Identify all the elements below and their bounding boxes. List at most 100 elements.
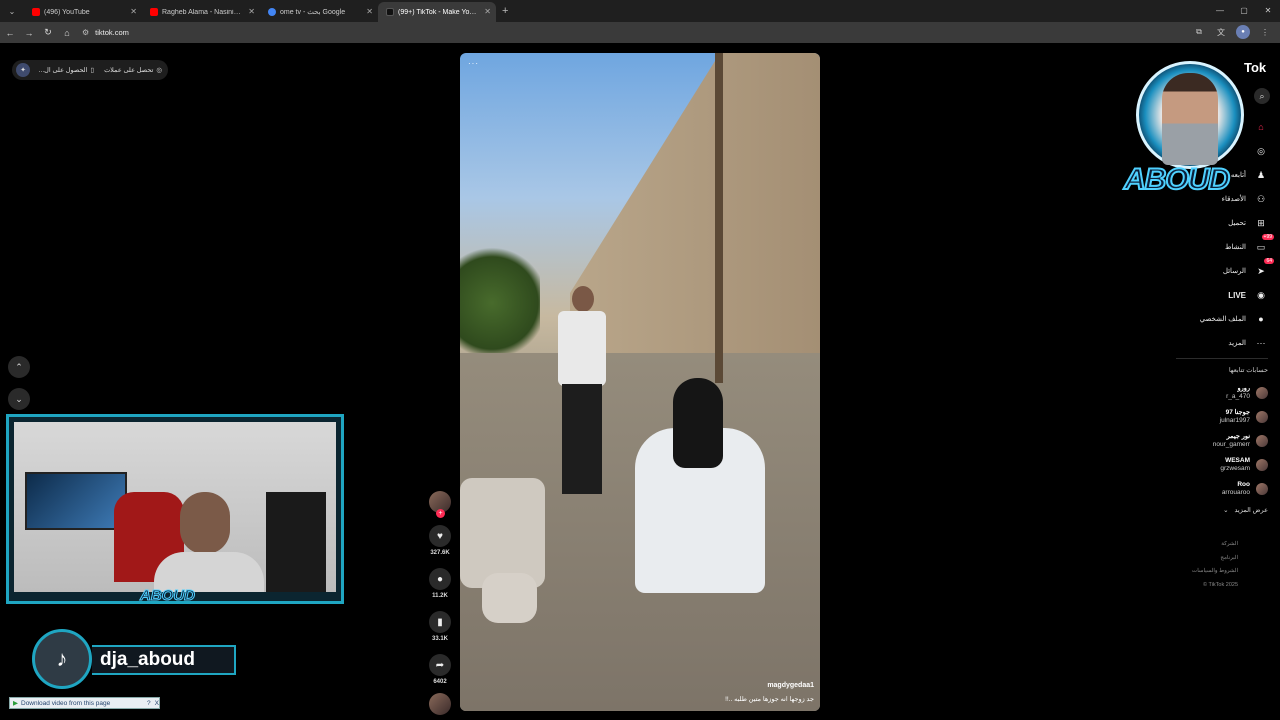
sidebar-item-profile[interactable]: ● الملف الشخصي xyxy=(1148,307,1268,331)
video-player[interactable]: ··· magdygedaa1 جد زوجها انه جوزها متين … xyxy=(460,53,820,711)
forward-icon[interactable]: → xyxy=(20,24,38,42)
following-account[interactable]: رورو r_a_470 xyxy=(1148,381,1268,405)
webcam-overlay xyxy=(6,414,344,604)
activity-icon: ▭ 99+ xyxy=(1256,234,1274,252)
new-tab-button[interactable]: + xyxy=(502,5,508,17)
profile-icon: ● xyxy=(1258,314,1264,324)
share-button[interactable]: ➦ xyxy=(429,654,451,676)
get-app-label: الحصول على ال... xyxy=(38,67,88,74)
like-button[interactable]: ♥ xyxy=(429,525,451,547)
save-count: 33.1K xyxy=(431,636,448,642)
avatar xyxy=(1256,387,1268,399)
live-icon: ◉ xyxy=(1257,289,1265,300)
footer-copyright: TikTok 2025 © xyxy=(1202,581,1238,588)
translate-icon[interactable]: 文 xyxy=(1214,25,1228,39)
share-icon: ➦ xyxy=(435,659,445,671)
sidebar-item-label: النشاط xyxy=(1224,244,1246,251)
video-rock xyxy=(460,478,545,588)
footer-link-program[interactable]: البرنامج xyxy=(1192,552,1238,566)
sidebar-item-live[interactable]: ◉ LIVE xyxy=(1148,283,1268,307)
video-author[interactable]: magdygedaa1 xyxy=(767,682,814,689)
tab-search-icon[interactable]: ⌄ xyxy=(4,3,20,19)
following-account[interactable]: نور جيمر nour_gamerr xyxy=(1148,429,1268,453)
maximize-icon[interactable]: ▢ xyxy=(1232,0,1256,20)
close-window-icon[interactable]: ✕ xyxy=(1256,0,1280,20)
get-app-item[interactable]: ▯ الحصول على ال... xyxy=(39,66,94,74)
video-rock xyxy=(482,573,537,623)
follow-plus-icon[interactable]: + xyxy=(436,509,445,518)
download-video-bar[interactable]: ▶ Download video from this page ? X xyxy=(9,697,160,709)
video-woman-figure xyxy=(635,378,765,593)
messages-badge: 64 xyxy=(1264,258,1274,264)
tiktok-note-icon: ♪ xyxy=(32,629,92,689)
comment-count: 11.2K xyxy=(432,593,448,599)
tab-close-icon[interactable]: ✕ xyxy=(366,7,373,16)
sidebar-item-more[interactable]: ··· المزيد xyxy=(1148,331,1268,355)
sidebar-item-messages[interactable]: ➤ 64 الرسائل xyxy=(1148,258,1274,283)
site-info-icon[interactable]: ⚙ xyxy=(82,28,89,37)
more-icon: ··· xyxy=(1256,338,1266,348)
close-icon[interactable]: X xyxy=(155,700,159,707)
share-count: 6402 xyxy=(433,679,447,685)
tab-close-icon[interactable]: ✕ xyxy=(130,7,137,16)
video-more-icon[interactable]: ··· xyxy=(468,59,479,68)
chevron-up-icon: ⌃ xyxy=(15,361,23,372)
save-button[interactable]: ▮ xyxy=(429,611,451,633)
home-page-icon[interactable]: ⌂ xyxy=(58,24,76,42)
see-more-button[interactable]: عرض المزيد ⌄ xyxy=(1223,506,1268,514)
menu-dots-icon[interactable]: ⋮ xyxy=(1258,25,1272,39)
tiktok-favicon-icon xyxy=(386,8,394,16)
sidebar-item-activity[interactable]: ▭ 99+ النشاط xyxy=(1148,234,1274,259)
sidebar-item-upload[interactable]: ⊞ تحميل xyxy=(1148,211,1268,235)
video-man-figure xyxy=(552,286,612,516)
footer-link-company[interactable]: الشركة xyxy=(1192,538,1238,552)
search-button[interactable]: ⌕ xyxy=(1254,88,1270,104)
browser-tab-tiktok[interactable]: (99+) TikTok - Make Your Day ✕ xyxy=(378,2,496,22)
tab-close-icon[interactable]: ✕ xyxy=(484,7,491,16)
following-account[interactable]: Roo arrouaroo xyxy=(1148,477,1268,501)
browser-tab-youtube[interactable]: (496) YouTube ✕ xyxy=(24,2,142,22)
coins-item[interactable]: ◎ تحصل على عملات xyxy=(104,66,162,74)
toolbar-actions: ⧉ 文 ● ⋮ xyxy=(1192,25,1272,39)
back-icon[interactable]: ← xyxy=(1,24,19,42)
bookmark-icon: ▮ xyxy=(437,616,443,628)
address-bar[interactable]: ⚙ tiktok.com xyxy=(82,28,129,37)
tab-title: ome tv - بحث Google xyxy=(280,9,346,16)
footer-links: الشركة البرنامج الشروط والسياسات TikTok … xyxy=(1192,538,1238,592)
comment-icon: ● xyxy=(436,573,444,585)
creator-avatar[interactable]: + xyxy=(429,491,451,518)
account-handle: nour_gamerr xyxy=(1212,441,1250,448)
previous-video-button[interactable]: ⌃ xyxy=(8,356,30,378)
help-icon[interactable]: ? xyxy=(147,700,151,707)
following-account[interactable]: جوجنا 97 julnar1997 xyxy=(1148,405,1268,429)
youtube-favicon-icon xyxy=(32,8,40,16)
app-bubble-icon[interactable]: ✦ xyxy=(16,63,30,77)
sidebar-item-label: المزيد xyxy=(1228,340,1246,347)
minimize-icon[interactable]: — xyxy=(1208,0,1232,20)
profile-avatar-icon[interactable]: ● xyxy=(1236,25,1250,39)
home-icon: ⌂ xyxy=(1258,122,1264,132)
comment-button[interactable]: ● xyxy=(429,568,451,590)
aboud-logo-overlay: ABOUD xyxy=(1123,61,1256,206)
install-app-icon[interactable]: ⧉ xyxy=(1192,25,1206,39)
youtube-favicon-icon xyxy=(150,8,158,16)
next-video-button[interactable]: ⌄ xyxy=(8,388,30,410)
following-account[interactable]: WESAM grzwesam xyxy=(1148,453,1268,477)
browser-toolbar: ← → ↻ ⌂ ⚙ tiktok.com ⧉ 文 ● ⋮ xyxy=(0,22,1280,43)
tab-close-icon[interactable]: ✕ xyxy=(248,7,255,16)
account-name: جوجنا 97 xyxy=(1225,409,1250,416)
browser-tab-ragheb[interactable]: Ragheb Alama - Nasini El Donya ✕ xyxy=(142,2,260,22)
account-handle: grzwesam xyxy=(1220,465,1250,472)
footer-link-terms[interactable]: الشروط والسياسات xyxy=(1192,565,1238,579)
sound-avatar[interactable] xyxy=(429,693,451,715)
account-name: Roo xyxy=(1237,481,1250,488)
sidebar-item-label: LIVE xyxy=(1228,290,1246,300)
browser-tab-google[interactable]: ome tv - بحث Google ✕ xyxy=(260,2,378,22)
reload-icon[interactable]: ↻ xyxy=(39,24,57,42)
get-coins-pill[interactable]: ◎ تحصل على عملات ▯ الحصول على ال... ✦ xyxy=(12,60,168,80)
download-label[interactable]: Download video from this page xyxy=(21,700,110,707)
sidebar-item-label: تحميل xyxy=(1228,220,1246,227)
coins-label: تحصل على عملات xyxy=(104,67,154,74)
account-handle: julnar1997 xyxy=(1219,417,1250,424)
explore-icon: ◎ xyxy=(1257,145,1265,156)
